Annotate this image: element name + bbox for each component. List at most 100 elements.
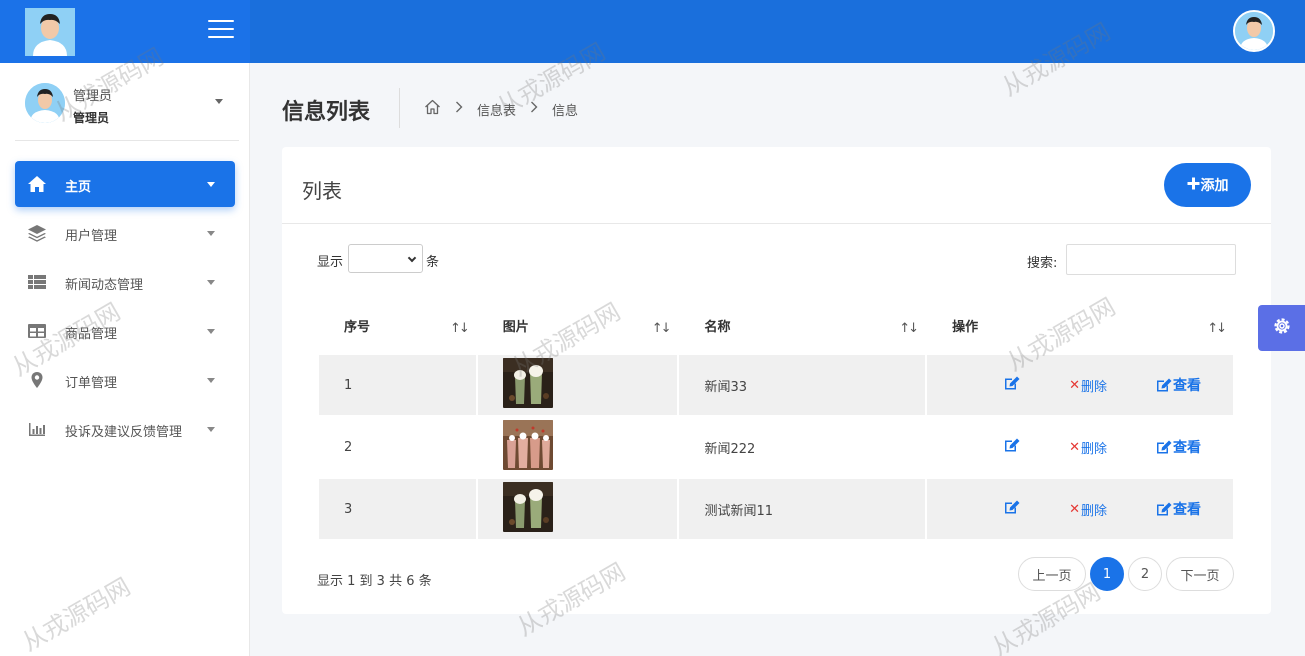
user-panel[interactable]: 管理员 管理员 — [15, 81, 239, 141]
sidebar-item-feedback[interactable]: 投诉及建议反馈管理 — [15, 406, 235, 452]
edit-icon — [1157, 502, 1172, 516]
sidebar-item-orders[interactable]: 订单管理 — [15, 357, 235, 403]
card-title: 列表 — [302, 179, 342, 203]
top-avatar[interactable] — [1233, 10, 1275, 52]
prev-page-button[interactable]: 上一页 — [1018, 557, 1086, 591]
column-header-index[interactable]: 序号 ↑↓ — [319, 297, 476, 353]
view-button[interactable]: 查看 — [1155, 437, 1201, 457]
breadcrumb-item: 信息 — [552, 103, 579, 119]
chevron-down-icon — [207, 329, 215, 334]
cell-name: 新闻33 — [679, 355, 926, 415]
show-label: 显示 — [317, 255, 344, 270]
cell-actions: ✕ 删除 查看 — [927, 417, 1233, 477]
sort-icon: ↑↓ — [899, 321, 919, 336]
list-card: 列表 添加 显示 条 搜索: 序号↑↓ 图片↑↓ 名称↑↓ 操作↑↓ 1 — [282, 147, 1271, 614]
hamburger-icon[interactable] — [208, 20, 234, 42]
sidebar-item-label: 订单管理 — [65, 376, 118, 391]
cell-name: 新闻222 — [679, 417, 926, 477]
column-header-actions[interactable]: 操作 ↑↓ — [927, 297, 1233, 353]
search-label: 搜索: — [1027, 256, 1058, 271]
edit-icon — [1157, 440, 1172, 454]
page-button-2[interactable]: 2 — [1128, 557, 1162, 591]
card-header: 列表 添加 — [282, 147, 1271, 224]
view-button[interactable]: 查看 — [1155, 499, 1201, 519]
close-icon: ✕ — [1069, 377, 1080, 393]
chevron-down-icon — [207, 182, 215, 187]
page-size-select[interactable] — [348, 244, 423, 273]
close-icon: ✕ — [1069, 439, 1080, 455]
cell-actions: ✕ 删除 查看 — [927, 479, 1233, 539]
delete-button[interactable]: ✕ 删除 — [1069, 500, 1107, 519]
edit-icon[interactable] — [1003, 375, 1021, 395]
data-table: 序号 ↑↓ 图片 ↑↓ 名称 ↑↓ 操作 ↑↓ 1 新闻33 ✕ 删除 查看 2… — [317, 295, 1235, 541]
chevron-down-icon — [207, 427, 215, 432]
delete-button[interactable]: ✕ 删除 — [1069, 376, 1107, 395]
cell-index: 2 — [319, 417, 476, 477]
close-icon: ✕ — [1069, 501, 1080, 517]
cell-image — [477, 355, 678, 415]
column-header-image[interactable]: 图片 ↑↓ — [478, 297, 678, 353]
chevron-right-icon — [455, 101, 463, 117]
sidebar-item-label: 商品管理 — [65, 327, 118, 342]
chevron-right-icon — [530, 101, 538, 117]
sidebar-item-home[interactable]: 主页 — [15, 161, 235, 207]
settings-button[interactable] — [1258, 305, 1305, 351]
bar-chart-icon — [27, 420, 47, 438]
chevron-down-icon — [207, 280, 215, 285]
list-icon — [27, 273, 47, 291]
home-icon[interactable] — [424, 99, 441, 119]
sidebar-item-news[interactable]: 新闻动态管理 — [15, 259, 235, 305]
pagination: 上一页 1 2 下一页 — [1018, 557, 1238, 591]
delete-button[interactable]: ✕ 删除 — [1069, 438, 1107, 457]
table-row: 3 测试新闻11 ✕ 删除 查看 — [319, 479, 1233, 539]
add-button-label: 添加 — [1200, 178, 1229, 194]
sidebar-item-products[interactable]: 商品管理 — [15, 308, 235, 354]
next-page-button[interactable]: 下一页 — [1166, 557, 1234, 591]
chevron-down-icon[interactable] — [215, 99, 223, 104]
brand-area — [0, 0, 250, 63]
chevron-down-icon — [207, 231, 215, 236]
column-header-name[interactable]: 名称 ↑↓ — [679, 297, 925, 353]
top-bar — [0, 0, 1305, 63]
table-row: 2 新闻222 ✕ 删除 查看 — [319, 417, 1233, 477]
home-icon — [27, 175, 47, 193]
page-title: 信息列表 — [282, 100, 371, 125]
table-row: 1 新闻33 ✕ 删除 查看 — [319, 355, 1233, 415]
sidebar-item-label: 新闻动态管理 — [65, 278, 144, 293]
chevron-down-icon — [207, 378, 215, 383]
breadcrumb: 信息表 信息 — [424, 99, 578, 119]
cell-image — [477, 479, 678, 539]
plus-icon — [1187, 177, 1200, 194]
drink-photo-1 — [502, 482, 553, 532]
page-button-1[interactable]: 1 — [1090, 557, 1124, 591]
drink-photo-2 — [502, 420, 553, 470]
view-button[interactable]: 查看 — [1155, 375, 1201, 395]
gear-icon — [1271, 315, 1293, 341]
show-suffix: 条 — [426, 255, 440, 270]
page-info: 显示 1 到 3 共 6 条 — [317, 574, 432, 589]
edit-icon[interactable] — [1003, 437, 1021, 457]
add-button[interactable]: 添加 — [1164, 163, 1251, 207]
sidebar-item-label: 主页 — [65, 180, 92, 195]
user-role: 管理员 — [73, 111, 110, 125]
divider — [399, 88, 400, 128]
sidebar-item-label: 用户管理 — [65, 229, 118, 244]
breadcrumb-item[interactable]: 信息表 — [477, 100, 516, 119]
cell-index: 1 — [319, 355, 476, 415]
sort-icon: ↑↓ — [449, 321, 470, 336]
drink-photo-1 — [502, 358, 553, 408]
edit-icon — [1157, 378, 1172, 392]
cell-actions: ✕ 删除 查看 — [927, 355, 1233, 415]
table-icon — [27, 322, 47, 340]
search-input[interactable] — [1066, 244, 1236, 275]
sort-icon: ↑↓ — [1207, 321, 1227, 336]
edit-icon[interactable] — [1003, 499, 1021, 519]
user-name: 管理员 — [73, 89, 113, 104]
logo-avatar — [25, 8, 75, 56]
cell-image — [477, 417, 678, 477]
avatar — [25, 83, 65, 123]
chevron-down-icon — [407, 253, 417, 263]
cell-index: 3 — [319, 479, 476, 539]
sidebar-item-users[interactable]: 用户管理 — [15, 210, 235, 256]
sidebar-nav: 主页 用户管理 新闻动态管理 商品管理 订单管理 投诉及建议反馈管理 — [15, 161, 235, 455]
